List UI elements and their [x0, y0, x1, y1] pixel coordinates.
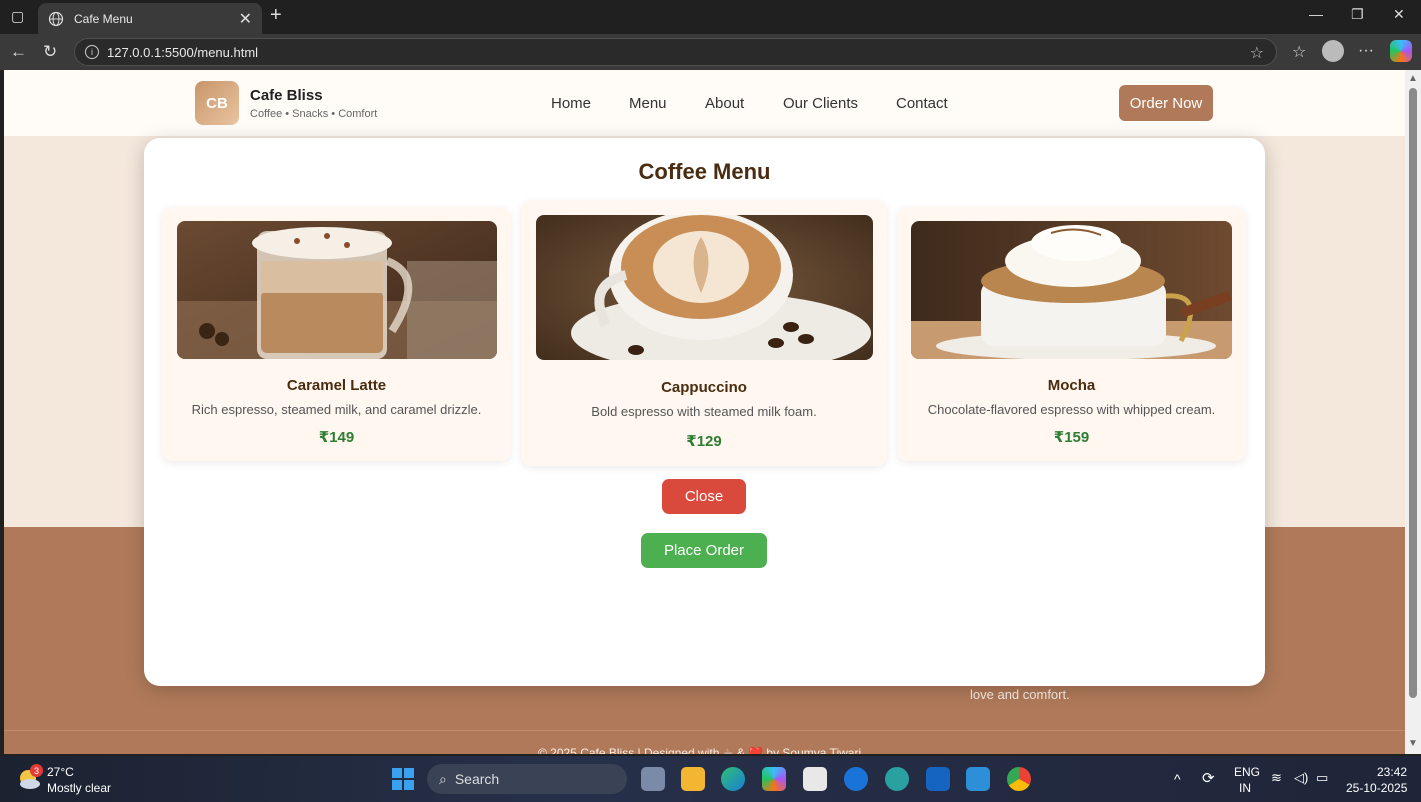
nav-our-clients[interactable]: Our Clients: [783, 95, 858, 112]
browser-toolbar: ← ↻ i 127.0.0.1:5500/menu.html ☆ ☆ ···: [0, 34, 1421, 70]
battery-icon[interactable]: ▭: [1316, 770, 1328, 786]
globe-icon: [48, 11, 64, 26]
menu-card-cappuccino[interactable]: Cappuccino Bold espresso with steamed mi…: [521, 200, 887, 466]
tab-actions-icon[interactable]: ▢: [11, 8, 24, 25]
windows-start-icon[interactable]: [392, 768, 414, 790]
favorites-icon[interactable]: ☆: [1292, 42, 1306, 62]
volume-icon[interactable]: ◁): [1294, 770, 1308, 786]
brand-tagline: Coffee • Snacks • Comfort: [250, 108, 378, 120]
browser-tab[interactable]: Cafe Menu ✕: [38, 3, 262, 34]
coffee-menu-modal: Coffee Menu Caramel Latte Rich espresso,…: [144, 138, 1265, 686]
nav-about[interactable]: About: [705, 95, 744, 112]
clock-date[interactable]: 25-10-2025: [1346, 781, 1407, 795]
task-view-icon[interactable]: [641, 767, 665, 791]
place-order-button[interactable]: Place Order: [641, 533, 767, 568]
favorite-star-icon[interactable]: ☆: [1250, 43, 1264, 63]
scrollbar-thumb[interactable]: [1409, 88, 1417, 698]
address-bar[interactable]: i 127.0.0.1:5500/menu.html ☆: [74, 38, 1277, 66]
file-explorer-icon[interactable]: [681, 767, 705, 791]
scroll-up-icon[interactable]: ▲: [1408, 73, 1418, 84]
nav-home[interactable]: Home: [551, 95, 591, 112]
browser-titlebar: ▢ Cafe Menu ✕ + — ❐ ✕: [0, 0, 1421, 34]
caramel-latte-image: [177, 221, 497, 359]
search-label: Search: [454, 771, 500, 787]
wifi-icon[interactable]: ≋: [1271, 770, 1282, 786]
footer-divider: [4, 730, 1405, 731]
chrome-icon[interactable]: [1007, 767, 1031, 791]
site-header: CB Cafe Bliss Coffee • Snacks • Comfort …: [4, 70, 1405, 136]
modal-title: Coffee Menu: [638, 159, 771, 184]
maximize-icon[interactable]: ❐: [1351, 6, 1364, 23]
outlook-icon[interactable]: [926, 767, 950, 791]
clock-time[interactable]: 23:42: [1377, 765, 1407, 779]
profile-avatar-icon[interactable]: [1322, 40, 1344, 62]
menu-card-caramel-latte[interactable]: Caramel Latte Rich espresso, steamed mil…: [162, 207, 511, 461]
weather-alert-badge: 3: [30, 764, 43, 777]
item-price: ₹149: [318, 429, 355, 446]
sync-icon[interactable]: ⟳: [1202, 769, 1215, 787]
item-price: ₹159: [1053, 429, 1090, 446]
nav-contact[interactable]: Contact: [896, 95, 948, 112]
item-name: Mocha: [1047, 377, 1096, 394]
copilot-icon[interactable]: [1390, 40, 1412, 62]
help-app-icon[interactable]: [885, 767, 909, 791]
item-description: Rich espresso, steamed milk, and caramel…: [191, 402, 482, 417]
windows-taskbar: 3 27°C Mostly clear ⌕ Search ^ ⟳ ENG IN …: [0, 756, 1421, 802]
menu-card-mocha[interactable]: Mocha Chocolate-flavored espresso with w…: [897, 207, 1246, 461]
close-button[interactable]: Close: [662, 479, 746, 514]
footer-text: love and comfort.: [970, 687, 1070, 702]
info-icon[interactable]: i: [85, 45, 99, 59]
language-indicator[interactable]: ENG: [1234, 765, 1260, 779]
page-scrollbar[interactable]: ▲ ▼: [1405, 70, 1421, 754]
close-tab-icon[interactable]: ✕: [239, 9, 252, 29]
item-price: ₹129: [686, 433, 722, 450]
url-text: 127.0.0.1:5500/menu.html: [107, 44, 259, 60]
region-indicator[interactable]: IN: [1239, 781, 1251, 795]
weather-condition[interactable]: Mostly clear: [47, 781, 111, 795]
page-viewport: CB Cafe Bliss Coffee • Snacks • Comfort …: [4, 70, 1405, 754]
logo[interactable]: CB: [195, 81, 239, 125]
hp-app-icon[interactable]: [844, 767, 868, 791]
item-description: Bold espresso with steamed milk foam.: [591, 404, 817, 419]
show-hidden-icons-icon[interactable]: ^: [1174, 771, 1181, 787]
new-tab-icon[interactable]: +: [270, 4, 282, 27]
taskbar-search[interactable]: ⌕ Search: [427, 764, 627, 794]
microsoft-store-icon[interactable]: [803, 767, 827, 791]
item-description: Chocolate-flavored espresso with whipped…: [927, 402, 1216, 417]
mocha-image: [911, 221, 1232, 359]
brand-name: Cafe Bliss: [250, 87, 323, 104]
item-name: Caramel Latte: [286, 377, 387, 394]
cappuccino-image: [536, 215, 873, 360]
nav-menu[interactable]: Menu: [629, 95, 667, 112]
footer-copyright: © 2025 Cafe Bliss | Designed with ☕ & ❤️…: [538, 746, 862, 754]
more-options-icon[interactable]: ···: [1358, 42, 1374, 60]
item-name: Cappuccino: [661, 379, 747, 396]
edge-browser-icon[interactable]: [721, 767, 745, 791]
copilot-app-icon[interactable]: [762, 767, 786, 791]
vscode-icon[interactable]: [966, 767, 990, 791]
tab-title: Cafe Menu: [74, 11, 133, 26]
back-icon[interactable]: ←: [10, 42, 27, 62]
minimize-icon[interactable]: —: [1309, 6, 1323, 22]
weather-temperature[interactable]: 27°C: [47, 765, 74, 779]
search-icon: ⌕: [439, 770, 447, 787]
close-window-icon[interactable]: ✕: [1393, 6, 1405, 23]
order-now-button[interactable]: Order Now: [1119, 85, 1213, 121]
reload-icon[interactable]: ↻: [43, 42, 57, 62]
scroll-down-icon[interactable]: ▼: [1408, 738, 1418, 749]
